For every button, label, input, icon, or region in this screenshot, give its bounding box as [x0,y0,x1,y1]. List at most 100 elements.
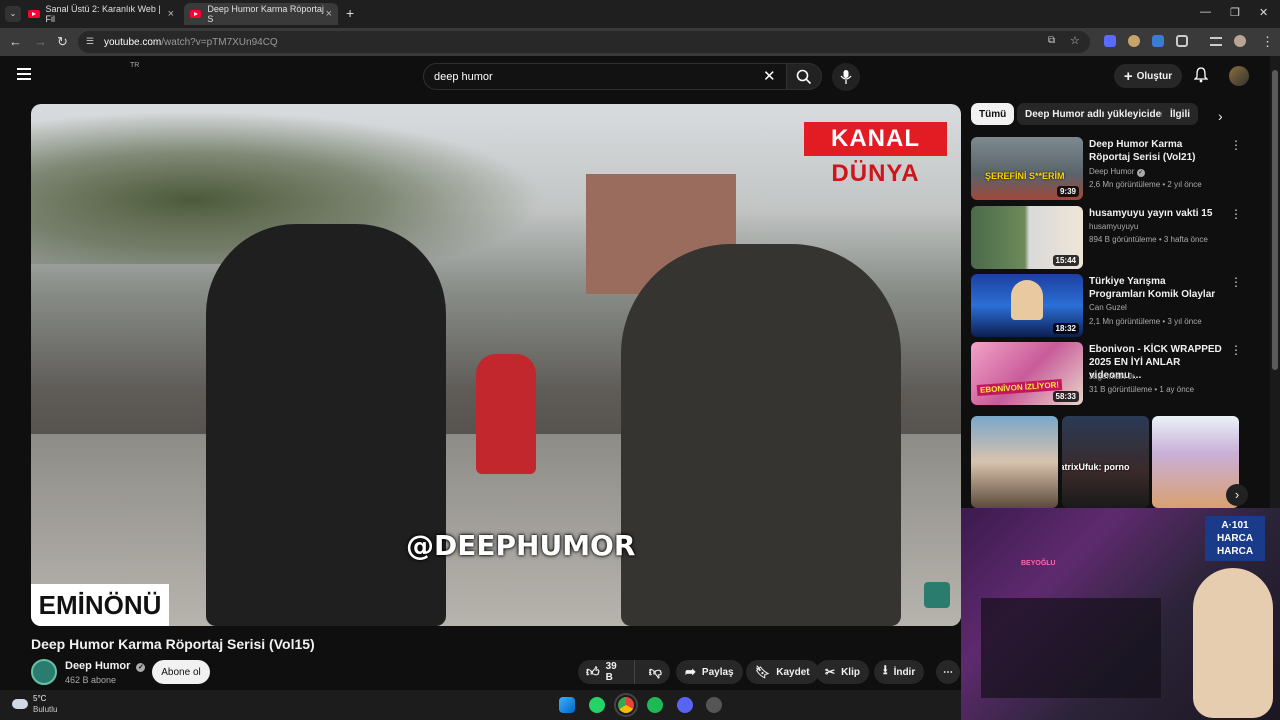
like-button[interactable]: 👍︎ 39 B [578,660,635,684]
browser-tab-2-active[interactable]: Deep Humor Karma Röportaj S × [184,3,338,25]
close-tab-icon[interactable]: × [326,8,332,20]
dislike-button[interactable]: 👎︎ [641,664,670,680]
install-app-icon[interactable]: ⧉ [1048,35,1055,46]
recommendation-menu-icon[interactable]: ⋮ [1230,207,1242,221]
close-tab-icon[interactable]: × [168,8,174,20]
recommendation-thumbnail[interactable]: 18:32 [971,274,1083,337]
recommendation-meta: 894 B görüntüleme • 3 hafta önce [1089,235,1208,244]
webcam-sign: A·101 HARCA HARCA [1205,516,1265,561]
minimize-icon[interactable]: — [1200,6,1211,18]
back-icon[interactable]: ← [9,34,22,49]
video-watermark: @DEEPHUMOR [406,529,636,562]
shorts-next-button[interactable]: › [1226,484,1248,506]
share-arrow-icon: ➦ [685,664,696,679]
recommendation-meta: 2,6 Mn görüntüleme • 2 yıl önce [1089,180,1202,189]
recommendation-meta: 31 B görüntüleme • 1 ay önce [1089,385,1195,394]
verified-icon: ✓ [136,663,146,672]
scissors-icon: ✂ [825,665,836,679]
short-thumbnail[interactable]: MatrixUfuk: porno [1062,416,1149,508]
search-button[interactable] [786,63,822,90]
recommendation-channel[interactable]: Deep Humor ✓ [1089,167,1145,177]
save-label: Kaydet [776,666,810,678]
more-actions-button[interactable]: ⋯ [936,660,960,684]
browser-menu-icon[interactable]: ⋮ [1261,34,1274,50]
video-frame-person-right [621,244,901,626]
discord-icon[interactable] [677,697,693,713]
video-player[interactable]: KANAL DÜNYA @DEEPHUMOR EMİNÖNÜ [31,104,961,626]
share-button[interactable]: ➦ Paylaş [676,660,743,684]
whatsapp-icon[interactable] [589,697,605,713]
weather-description: Bulutlu [33,705,58,714]
new-tab-button[interactable]: + [346,5,354,21]
restore-icon[interactable]: ❐ [1230,6,1240,19]
forward-icon[interactable]: → [34,34,47,49]
browser-tab-1[interactable]: Sanal Üstü 2: Karanlık Web | Fil × [22,3,180,25]
create-label: Oluştur [1136,70,1173,82]
recommendation-title[interactable]: husamyuyu yayın vakti 15 [1089,207,1224,220]
subscribe-button[interactable]: Abone ol [152,660,210,684]
recommendation-title[interactable]: Türkiye Yarışma Programları Komik Olayla… [1089,275,1224,301]
thumbnail-figure [1011,280,1043,320]
extension-icon[interactable] [1128,35,1140,47]
search-icon [796,69,812,85]
clear-search-icon[interactable]: ✕ [763,67,776,85]
recommendation-channel-text: Deep Humor [1089,167,1135,176]
recommendation-menu-icon[interactable]: ⋮ [1230,343,1242,357]
video-duration: 18:32 [1052,323,1079,334]
recommendation-menu-icon[interactable]: ⋮ [1230,138,1242,152]
webcam-teddy-bear [1193,568,1273,718]
chrome-icon[interactable] [614,693,638,717]
reload-icon[interactable]: ↻ [57,34,68,50]
windows-start-icon[interactable] [559,697,575,713]
notifications-bell-icon[interactable] [1193,67,1209,83]
bookmark-star-icon[interactable]: ☆ [1070,34,1080,47]
chip-from-uploader[interactable]: Deep Humor adlı yükleyiciden [1017,103,1176,125]
tab-search-button[interactable]: ⌄ [5,6,21,22]
save-button[interactable]: 🔖︎ Kaydet [746,660,819,684]
site-info-icon[interactable]: ☰ [86,36,94,47]
recommendation-channel[interactable]: JagermaN Jr. [1089,372,1137,381]
steam-icon[interactable] [706,697,722,713]
profile-avatar[interactable] [1234,35,1246,47]
weather-cloud-icon[interactable] [12,699,28,709]
create-button[interactable]: + Oluştur [1114,64,1182,88]
chip-related[interactable]: İlgili [1162,103,1198,125]
recommendation-channel[interactable]: husamyuyuyu [1089,222,1138,231]
short-thumbnail[interactable] [971,416,1058,508]
channel-name[interactable]: Deep Humor ✓ [65,660,146,672]
extension-icon[interactable] [1104,35,1116,47]
recommendation-title[interactable]: Deep Humor Karma Röportaj Serisi (Vol21) [1089,138,1224,164]
recommendation-menu-icon[interactable]: ⋮ [1230,275,1242,289]
voice-search-button[interactable] [832,63,860,91]
clip-button[interactable]: ✂ Klip [816,660,869,684]
download-button[interactable]: ⭳ İndir [874,660,925,684]
page-scrollbar[interactable] [1270,56,1280,508]
address-bar[interactable]: ☰ youtube.com/watch?v=pTM7XUn94CQ ⧉ ☆ [78,31,1090,53]
close-window-icon[interactable]: ✕ [1259,6,1268,19]
recommendation-thumbnail[interactable]: EBONİVON İZLİYOR! 58:33 [971,342,1083,405]
video-frame-person-left [206,224,446,626]
video-title: Deep Humor Karma Röportaj Serisi (Vol15) [31,636,315,652]
video-duration: 58:33 [1052,391,1079,402]
channel-logo-box: KANAL [804,122,947,156]
spotify-icon[interactable] [647,697,663,713]
extension-icon[interactable] [1152,35,1164,47]
search-input[interactable]: deep humor ✕ [423,63,787,90]
url-host: youtube.com [104,36,162,48]
channel-avatar[interactable] [31,659,57,685]
channel-watermark-icon[interactable] [924,582,950,608]
video-duration: 9:39 [1056,186,1079,197]
short-caption: MatrixUfuk: porno [1062,462,1130,472]
chip-all[interactable]: Tümü [971,103,1015,125]
extensions-puzzle-icon[interactable] [1176,35,1188,47]
chips-next-icon[interactable]: › [1218,108,1223,124]
recommendation-thumbnail[interactable]: 15:44 [971,206,1083,269]
guide-menu-icon[interactable] [17,68,31,80]
user-avatar[interactable] [1229,66,1249,86]
youtube-logo[interactable] [48,66,118,86]
recommendation-channel[interactable]: Can Guzel [1089,303,1127,312]
media-controls-icon[interactable] [1210,37,1222,46]
microphone-icon [840,70,852,84]
webcam-neon-sign: BEYOĞLU [1021,560,1056,567]
recommendation-thumbnail[interactable]: ŞEREFİNİ S**ERİM 9:39 [971,137,1083,200]
